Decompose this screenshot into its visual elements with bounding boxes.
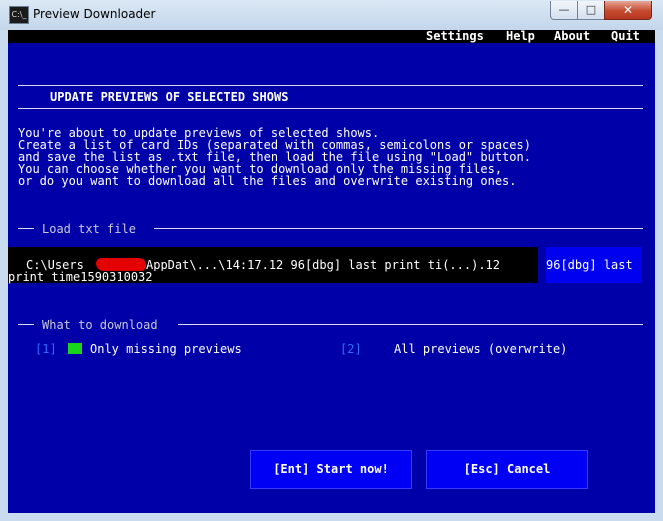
menu-about[interactable]: About	[554, 30, 590, 43]
close-button[interactable]: ✕	[604, 1, 652, 20]
option-missing-checkbox[interactable]	[68, 343, 82, 354]
divider	[18, 85, 643, 86]
title-bar[interactable]: C:\_ Preview Downloader — □ ✕	[0, 0, 663, 30]
divider	[18, 108, 643, 109]
start-button[interactable]: [Ent] Start now!	[250, 450, 412, 489]
cancel-button[interactable]: [Esc] Cancel	[426, 450, 588, 489]
console-area: Settings Help About Quit UPDATE PREVIEWS…	[8, 30, 655, 513]
window-title: Preview Downloader	[33, 7, 156, 21]
download-section-label: What to download	[42, 318, 158, 332]
file-path-text: AppDat\...\14:17.12 96[dbg] last print t…	[146, 258, 501, 272]
minimize-icon: —	[558, 3, 570, 16]
menu-bar: Settings Help About Quit	[8, 30, 655, 43]
menu-settings[interactable]: Settings	[426, 30, 484, 43]
divider	[178, 324, 643, 325]
app-window: C:\_ Preview Downloader — □ ✕ Settings H…	[0, 0, 663, 521]
load-section-label: Load txt file	[42, 222, 136, 236]
option-missing-key[interactable]: [1]	[35, 343, 57, 355]
menu-help[interactable]: Help	[506, 30, 535, 43]
page-title: UPDATE PREVIEWS OF SELECTED SHOWS	[50, 90, 289, 104]
menu-quit[interactable]: Quit	[611, 30, 640, 43]
minimize-button[interactable]: —	[550, 1, 578, 20]
divider	[18, 228, 34, 229]
file-path-text: print time1590310032	[8, 271, 168, 283]
intro-line: or do you want to download all the files…	[18, 174, 517, 188]
close-icon: ✕	[622, 3, 634, 17]
option-all-key[interactable]: [2]	[340, 343, 362, 355]
maximize-button[interactable]: □	[577, 1, 605, 20]
divider	[18, 324, 34, 325]
divider	[154, 228, 643, 229]
option-all-label[interactable]: All previews (overwrite)	[394, 343, 567, 355]
option-missing-label[interactable]: Only missing previews	[90, 343, 242, 355]
console-icon: C:\_	[9, 6, 29, 24]
maximize-icon: □	[585, 3, 597, 16]
load-button-overflow-text: 96[dbg] last	[546, 258, 633, 272]
